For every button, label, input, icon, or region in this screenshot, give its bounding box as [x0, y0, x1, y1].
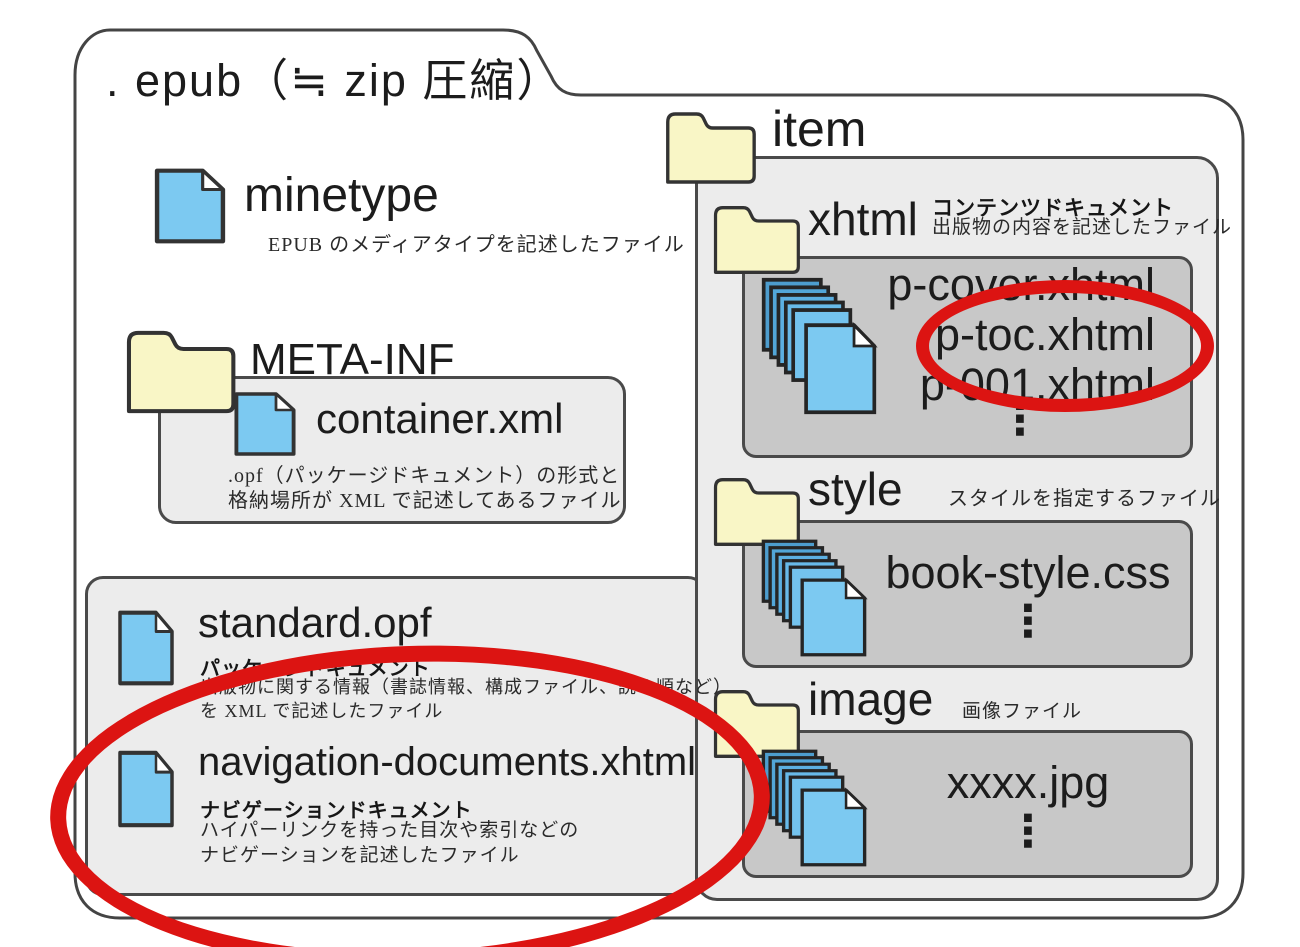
filestack-icon-image — [760, 748, 868, 868]
minetype-filename: minetype — [244, 169, 439, 222]
standard-opf-filename: standard.opf — [198, 599, 432, 646]
meta-inf-folder-name: META-INF — [250, 335, 455, 384]
container-xml-filename: container.xml — [316, 395, 564, 442]
style-file-book-style: book-style.css — [885, 547, 1171, 598]
item-folder-name: item — [772, 101, 867, 157]
image-file-xxxx-jpg: xxxx.jpg — [946, 757, 1110, 808]
folder-icon-meta-inf — [122, 326, 238, 418]
style-description: スタイルを指定するファイル — [948, 488, 1221, 510]
image-description: 画像ファイル — [962, 701, 1083, 722]
minetype-description: EPUB のメディアタイプを記述したファイル — [268, 234, 685, 256]
container-xml-desc-line1: .opf（パッケージドキュメント）の形式と — [228, 465, 621, 487]
standard-opf-desc-line1: 出版物に関する情報（書誌情報、構成ファイル、読み順など） — [200, 677, 732, 697]
xhtml-description: 出版物の内容を記述したファイル — [932, 217, 1233, 238]
image-files-ellipsis: ⋮ — [1006, 806, 1050, 857]
filestack-icon-style — [760, 538, 868, 658]
navigation-desc-line2: ナビゲーションを記述したファイル — [200, 845, 520, 866]
xhtml-file-p-toc: p-toc.xhtml — [934, 309, 1155, 360]
folder-icon-item — [662, 108, 758, 188]
xhtml-folder-name: xhtml — [808, 193, 918, 245]
file-icon-minetype — [152, 166, 228, 246]
epub-structure-diagram: . epub（≒ zip 圧縮） minetype EPUB のメディアタイプを… — [0, 0, 1300, 947]
folder-icon-xhtml — [710, 202, 802, 278]
style-file-list: book-style.css — [878, 548, 1178, 598]
navigation-desc-line1: ハイパーリンクを持った目次や索引などの — [200, 820, 580, 841]
xhtml-files-ellipsis: ⋮ — [998, 394, 1042, 445]
xhtml-file-list: p-cover.xhtml p-toc.xhtml p-001.xhtml — [850, 260, 1155, 410]
style-folder-name: style — [808, 463, 903, 515]
epub-title: . epub（≒ zip 圧縮） — [106, 55, 564, 106]
image-folder-name: image — [808, 673, 934, 725]
navigation-documents-filename: navigation-documents.xhtml — [198, 740, 697, 784]
xhtml-file-p-cover: p-cover.xhtml — [887, 259, 1155, 310]
file-icon-container-xml — [232, 390, 298, 458]
style-files-ellipsis: ⋮ — [1006, 596, 1050, 647]
container-xml-desc-line2: 格納場所が XML で記述してあるファイル — [228, 490, 622, 512]
image-file-list: xxxx.jpg — [878, 758, 1178, 808]
standard-opf-desc-line2: を XML で記述したファイル — [200, 701, 444, 721]
file-icon-navigation-documents — [116, 748, 176, 830]
file-icon-standard-opf — [116, 608, 176, 688]
